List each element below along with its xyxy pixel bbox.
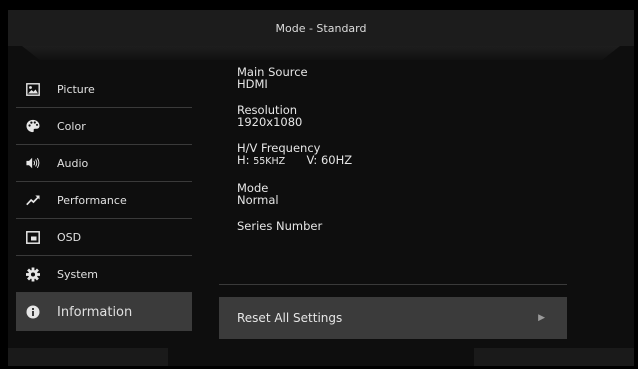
sidebar-item-label: Audio [57,156,89,170]
osd-menu: Mode - Standard Picture Color Audio Perf… [8,10,634,366]
sidebar-item-label: Performance [57,193,127,207]
v-prefix: V: [306,153,318,167]
header-bevel [22,46,620,60]
main-source-value: HDMI [237,77,268,91]
resolution-value: 1920x1080 [237,115,303,129]
chevron-right-icon: ▶ [538,313,545,323]
footer-right-bevel [474,348,634,366]
info-icon [26,305,40,319]
trend-arrow-icon [26,193,40,207]
mode-block: Mode Normal [237,182,352,206]
sidebar-item-osd[interactable]: OSD [16,219,192,256]
v-frequency-value: 60HZ [320,153,353,167]
mode-title: Mode - Standard [275,21,367,35]
palette-icon [26,119,40,133]
sidebar-item-performance[interactable]: Performance [16,182,192,219]
menu-header: Mode - Standard [8,10,634,46]
sidebar-item-label: Picture [57,82,95,96]
speaker-icon [26,156,40,170]
series-label: Series Number [237,219,323,233]
resolution-block: Resolution 1920x1080 [237,104,352,128]
h-prefix: H: [237,153,250,167]
sidebar-item-system[interactable]: System [16,256,192,293]
info-panel: Main Source HDMI Resolution 1920x1080 H/… [237,66,352,246]
osd-window-icon [26,230,40,244]
footer-left-bevel [8,348,168,366]
h-frequency-value: 55KHZ [253,156,286,167]
picture-icon [26,82,40,96]
sidebar-item-audio[interactable]: Audio [16,145,192,182]
sidebar-item-label: Information [57,304,133,320]
reset-label: Reset All Settings [237,311,343,325]
sidebar-item-label: Color [57,119,86,133]
frequency-block: H/V Frequency H: 55KHZ V: 60HZ [237,142,352,168]
sidebar-item-label: System [57,267,99,281]
gear-icon [26,267,40,281]
mode-value: Normal [237,193,279,207]
divider [219,284,567,285]
frequency-value: H: 55KHZ V: 60HZ [237,154,352,168]
sidebar: Picture Color Audio Performance OSD Syst… [16,71,192,331]
sidebar-item-color[interactable]: Color [16,108,192,145]
sidebar-item-picture[interactable]: Picture [16,71,192,108]
main-source-block: Main Source HDMI [237,66,352,90]
sidebar-item-information[interactable]: Information [16,293,192,331]
sidebar-item-label: OSD [57,230,82,244]
reset-all-settings-button[interactable]: Reset All Settings ▶ [219,297,567,339]
series-block: Series Number [237,220,352,232]
